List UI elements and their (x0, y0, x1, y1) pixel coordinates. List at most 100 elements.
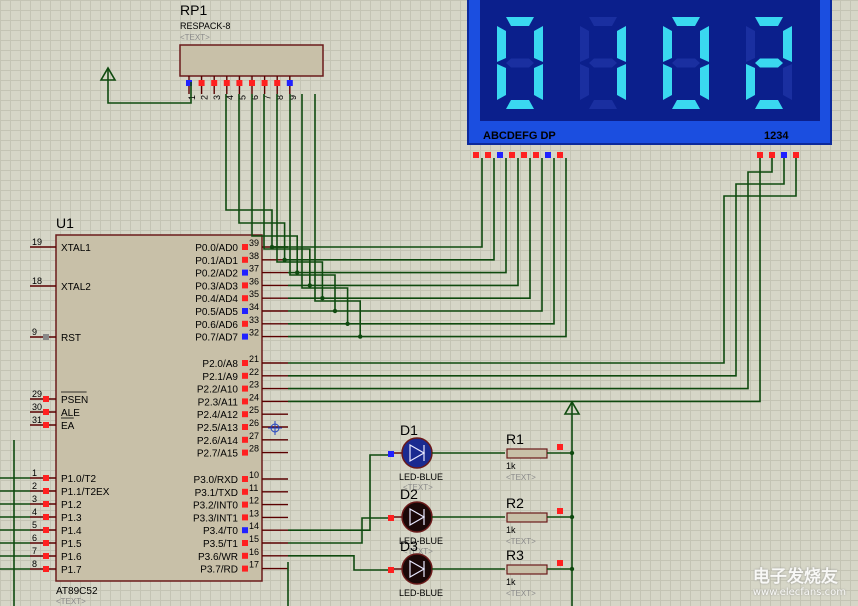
u1-pin-state (43, 566, 49, 572)
u1-pin-state (43, 540, 49, 546)
digit-2-segment-c (617, 64, 626, 100)
led-pin-state (388, 567, 394, 573)
resistor-body (506, 512, 548, 523)
u1-pin-number: 27 (249, 431, 259, 441)
resistor-body (506, 564, 548, 575)
u1-pin-state (242, 514, 248, 521)
wire-rp1-pull (314, 94, 362, 337)
u1-pin-number: 1 (32, 468, 37, 478)
rp1-body (179, 44, 324, 77)
u1-pin-name: P2.0/A8 (202, 359, 238, 370)
rp1-pin-number: 1 (187, 95, 197, 100)
u1-pin-state (43, 409, 49, 415)
u1-pin-state (242, 501, 248, 508)
display-common-pin (757, 152, 763, 158)
rp1-pin-state (236, 80, 243, 86)
u1-pin-number: 19 (32, 237, 42, 247)
resistor-text-placeholder: <TEXT> (506, 473, 536, 482)
wire-rp1-pull (289, 94, 336, 311)
u1-pin-number: 38 (249, 251, 259, 261)
wire-junction (307, 283, 312, 288)
u1-pin-state (242, 244, 248, 250)
u1-pin-number: 29 (32, 389, 42, 399)
u1-pin-name: P2.3/A11 (198, 397, 239, 408)
u1-pin-number: 10 (249, 470, 259, 480)
digit-4-segment-f (746, 26, 755, 62)
u1-pin-state (242, 295, 248, 302)
wire-rp1-pull (263, 94, 311, 286)
u1-pin-name: P2.4/A12 (197, 410, 239, 421)
wire-junction (320, 296, 325, 301)
u1-pin-state (43, 475, 49, 481)
u1-pin-number: 31 (32, 415, 42, 425)
u1-pin-number: 37 (249, 264, 259, 274)
digit-1-segment-e (497, 64, 506, 100)
u1-pin-number: 7 (32, 546, 37, 556)
u1-pin-state (242, 476, 248, 482)
u1-pin-name: P2.2/A10 (197, 385, 239, 396)
watermark-title: 电子发烧友 (752, 567, 838, 587)
wire-junction (295, 270, 300, 275)
u1-pin-number: 33 (249, 315, 259, 325)
resistor-pin-state (557, 508, 563, 514)
u1-pin-state (43, 334, 49, 340)
resistor-text-placeholder: <TEXT> (506, 589, 536, 598)
digit-2-segment-e (580, 64, 589, 100)
rp1-pin-number: 3 (212, 95, 222, 100)
microcontroller-u1[interactable]: U1 AT89C52 <TEXT> 19XTAL118XTAL29RST29PS… (30, 215, 288, 606)
digit-1-segment-f (497, 26, 506, 62)
display-common-pin (793, 152, 799, 158)
u1-pin-name: XTAL1 (61, 243, 91, 254)
led-value: LED-BLUE (399, 472, 443, 482)
u1-pin-number: 12 (249, 496, 259, 506)
led-resistor-bank[interactable]: D1 LED-BLUE <TEXT> R1 1k <TEXT> D2 LED-BLUE <TEX… (388, 422, 575, 598)
digit-4-segment-g (755, 58, 783, 68)
u1-pin-number: 18 (32, 276, 42, 286)
u1-pin-number: 2 (32, 481, 37, 491)
u1-pin-number: 16 (249, 547, 259, 557)
u1-pin-name: P1.6 (61, 552, 82, 563)
u1-pin-name: P3.5/T1 (203, 539, 238, 550)
u1-pin-name: ALE (61, 408, 80, 419)
u1-pin-state (242, 372, 248, 379)
display-segment-pin (485, 152, 491, 158)
seven-segment-display[interactable]: ABCDEFG DP 1234 (467, 0, 832, 158)
display-segment-pin (545, 152, 551, 158)
u1-reference: U1 (56, 215, 74, 231)
u1-pin-name: P2.6/A14 (197, 436, 239, 447)
u1-pin-state (242, 333, 248, 340)
u1-pin-state (242, 398, 248, 405)
rp1-pin-state (223, 80, 230, 86)
rp1-value: RESPACK-8 (180, 21, 230, 31)
watermark-url: www.elecfans.com (752, 587, 846, 598)
led-reference: D1 (400, 422, 418, 438)
u1-pin-number: 4 (32, 507, 37, 517)
u1-pin-name: EA (61, 421, 75, 432)
led-pin-state (388, 451, 394, 457)
wire-junction (345, 321, 350, 326)
u1-pin-number: 21 (249, 354, 259, 364)
u1-pin-number: 30 (32, 402, 42, 412)
u1-pin-name: P3.7/RD (200, 565, 238, 576)
u1-part-name: AT89C52 (56, 586, 98, 597)
display-common-pin (769, 152, 775, 158)
rp1-reference: RP1 (180, 2, 207, 18)
u1-pin-name: P0.6/AD6 (195, 320, 238, 331)
led-reference: D2 (400, 486, 418, 502)
led-body (401, 437, 433, 469)
cursor-crosshair-icon (268, 421, 282, 435)
led-body (401, 501, 433, 533)
rp1-pin-state (198, 80, 205, 86)
u1-pin-state (242, 565, 248, 572)
u1-pin-state (242, 256, 248, 263)
u1-pin-state (242, 282, 248, 289)
u1-pin-state (43, 553, 49, 559)
u1-pin-number: 39 (249, 238, 259, 248)
u1-pin-name: P0.1/AD1 (195, 256, 238, 267)
wire-segment (272, 158, 483, 248)
resistor-value: 1k (506, 577, 516, 587)
u1-pin-number: 11 (249, 483, 258, 493)
digit-2-segment-b (617, 26, 626, 62)
resistor-pack-rp1[interactable]: RP1 RESPACK-8 <TEXT> 123456789 (179, 2, 324, 100)
u1-text-placeholder: <TEXT> (56, 597, 86, 606)
